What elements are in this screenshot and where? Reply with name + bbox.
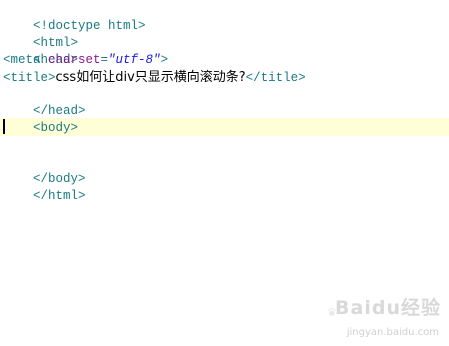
code-line-1: <!doctype html> — [3, 1, 146, 33]
equals-token: = — [100, 53, 109, 67]
body-open-token: <body> — [33, 121, 79, 135]
charset-attr-token: charset — [48, 53, 101, 67]
watermark-url: jingyan.baidu.com — [346, 327, 439, 338]
watermark-brand: Baidu经验 — [335, 297, 441, 319]
code-line-6: </head> — [3, 86, 86, 118]
title-open-token: <title> — [3, 71, 56, 85]
html-close-token: </html> — [33, 189, 86, 203]
utf8-value-token: "utf-8" — [108, 53, 161, 67]
text-caret — [3, 119, 5, 134]
code-editor[interactable]: <!doctype html> <html> <head> <meta char… — [0, 0, 449, 346]
code-line-2: <html> — [3, 18, 78, 50]
code-line-7: <body> — [3, 103, 78, 135]
code-line-8[interactable] — [3, 120, 33, 137]
code-line-11: </html> — [3, 171, 86, 203]
meta-close-token: > — [160, 53, 169, 67]
code-line-3: <head> — [3, 35, 78, 67]
code-line-10: </body> — [3, 154, 86, 186]
meta-open-token: <meta — [3, 53, 49, 67]
code-line-4: <meta charset="utf-8"> — [3, 52, 168, 69]
title-close-token: </title> — [245, 71, 306, 85]
title-text-token: css如何让div只显示横向滚动条? — [55, 70, 246, 85]
code-line-5: <title>css如何让div只显示横向滚动条?</title> — [3, 69, 306, 86]
